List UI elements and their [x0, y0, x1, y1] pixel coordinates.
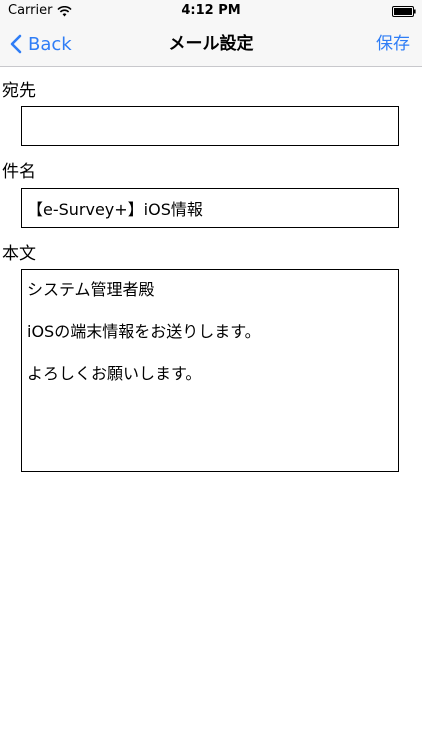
- body-line-greeting: システム管理者殿: [27, 280, 155, 299]
- body-textarea[interactable]: システム管理者殿 iOSの端末情報をお送りします。 よろしくお願いします。: [21, 269, 399, 472]
- status-time: 4:12 PM: [181, 3, 241, 18]
- navigation-bar: Back メール設定 保存: [0, 22, 422, 67]
- body-line-message: iOSの端末情報をお送りします。: [27, 322, 261, 341]
- to-field[interactable]: [21, 106, 399, 146]
- subject-field[interactable]: 【e-Survey+】iOS情報: [21, 188, 399, 228]
- status-bar: Carrier 4:12 PM: [0, 0, 422, 22]
- subject-field-value: 【e-Survey+】iOS情報: [27, 200, 203, 219]
- save-button[interactable]: 保存: [376, 22, 410, 66]
- body-label: 本文: [2, 244, 36, 264]
- back-button[interactable]: Back: [10, 22, 72, 66]
- back-button-label: Back: [28, 33, 72, 55]
- subject-label: 件名: [2, 162, 36, 182]
- body-line-closing: よろしくお願いします。: [27, 364, 202, 383]
- to-label: 宛先: [2, 81, 36, 101]
- chevron-left-icon: [10, 34, 22, 54]
- battery-icon: [392, 6, 416, 17]
